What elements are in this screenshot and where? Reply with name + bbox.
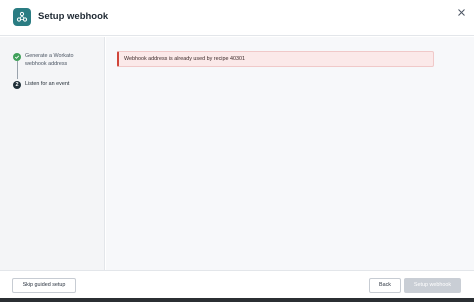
- error-alert: Webhook address is already used by recip…: [117, 51, 434, 67]
- bottom-bar: [0, 298, 474, 302]
- back-button[interactable]: Back: [369, 278, 401, 293]
- step-number-badge: 2: [13, 81, 21, 89]
- workato-logo-icon: [13, 8, 31, 26]
- step-generate-webhook: Generate a Workato webhook address: [13, 52, 95, 68]
- check-icon: [13, 53, 21, 61]
- modal-header: Setup webhook: [0, 0, 474, 36]
- step-listen-event: 2 Listen for an event: [13, 80, 95, 89]
- step-label: Generate a Workato webhook address: [25, 53, 74, 67]
- setup-webhook-button[interactable]: Setup webhook: [404, 278, 461, 293]
- step-label: Listen for an event: [25, 81, 70, 87]
- skip-guided-setup-button[interactable]: Skip guided setup: [12, 278, 76, 293]
- close-icon[interactable]: [455, 6, 467, 18]
- page-title: Setup webhook: [38, 11, 109, 22]
- main-content: [106, 37, 474, 270]
